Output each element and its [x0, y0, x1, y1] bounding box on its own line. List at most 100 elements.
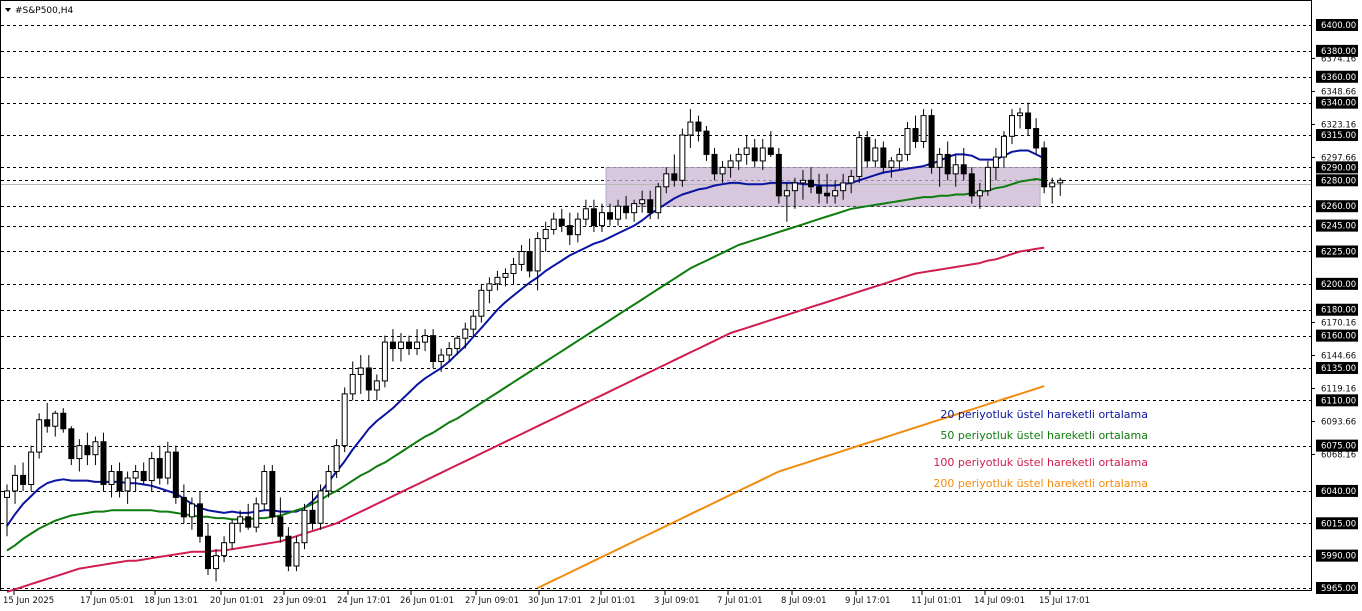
- candle-body: [920, 115, 927, 142]
- time-tick-label: 23 Jun 09:01: [273, 596, 327, 606]
- candle-body: [510, 263, 517, 274]
- candle-body: [840, 182, 847, 192]
- candle-body: [1000, 135, 1007, 158]
- price-level-label: 6245.00: [1321, 222, 1356, 232]
- candle-body: [534, 238, 541, 272]
- time-tick-label: 14 Jul 09:01: [974, 596, 1025, 606]
- candle-body: [28, 451, 35, 485]
- time-tick-label: 9 Jul 17:01: [845, 596, 891, 606]
- time-tick-label: 17 Jun 05:01: [80, 596, 134, 606]
- candle-body: [486, 283, 493, 291]
- candle-body: [213, 555, 220, 570]
- time-tick-label: 24 Jun 17:01: [337, 596, 391, 606]
- candle-body: [221, 542, 228, 557]
- candle-body: [237, 516, 244, 524]
- candle-body: [743, 147, 750, 155]
- candle-body: [470, 315, 477, 330]
- candle-body: [791, 182, 798, 192]
- time-tick-label: 27 Jun 09:01: [465, 596, 519, 606]
- candle-body: [526, 250, 533, 272]
- candle: [341, 387, 348, 453]
- price-level-label: 6260.00: [1321, 202, 1356, 212]
- candle: [269, 465, 276, 524]
- candle-body: [132, 471, 139, 479]
- candle-body: [229, 522, 236, 544]
- candle-body: [462, 328, 469, 339]
- price-level-label: 6340.00: [1321, 99, 1356, 109]
- candle-body: [598, 212, 605, 227]
- symbol-label: #S&P500,H4: [15, 6, 74, 16]
- candle-body: [992, 156, 999, 168]
- candle-body: [309, 509, 316, 524]
- candle-body: [454, 337, 461, 350]
- candle-body: [373, 380, 380, 391]
- candle-body: [1049, 182, 1056, 188]
- candle-body: [446, 348, 453, 356]
- candle-body: [607, 212, 613, 220]
- candle-body: [100, 441, 107, 485]
- price-level-label: 6180.00: [1321, 306, 1356, 316]
- candle-body: [293, 542, 300, 567]
- time-tick-label: 20 Jun 01:01: [210, 596, 264, 606]
- candle-body: [824, 192, 831, 197]
- candle-body: [333, 445, 340, 473]
- candle-body: [816, 186, 823, 194]
- candle: [100, 432, 107, 491]
- candle-body: [952, 164, 959, 175]
- candle: [301, 503, 308, 550]
- candle-body: [269, 471, 276, 518]
- candle-body: [574, 218, 581, 236]
- time-tick-label: 15 Jun 2025: [3, 596, 54, 606]
- candle-body: [896, 153, 903, 162]
- candle-body: [968, 173, 975, 197]
- candle-body: [679, 134, 686, 181]
- candle-body: [615, 205, 622, 220]
- candle-body: [156, 458, 163, 479]
- candle-body: [261, 471, 268, 505]
- candle-body: [695, 121, 702, 132]
- price-level-label: 5990.00: [1321, 552, 1356, 562]
- price-level-label: 6200.00: [1321, 280, 1356, 290]
- candle-body: [558, 218, 565, 227]
- candle-body: [406, 341, 412, 350]
- candle: [381, 335, 388, 388]
- candle-body: [759, 147, 766, 162]
- price-tick-label: 6093.66: [1321, 417, 1356, 427]
- price-level-label: 6075.00: [1321, 442, 1356, 452]
- price-level-label: 5965.00: [1321, 584, 1356, 594]
- price-tick-label: 6323.16: [1321, 120, 1356, 130]
- candle-body: [566, 225, 573, 236]
- candle-body: [301, 509, 308, 544]
- candle-body: [92, 441, 99, 456]
- candle-body: [60, 412, 67, 430]
- candle-body: [663, 173, 670, 188]
- candle-body: [4, 490, 10, 498]
- symbol-header[interactable]: #S&P500,H4: [5, 6, 74, 16]
- candle-body: [671, 173, 678, 181]
- price-level-label: 6280.00: [1321, 176, 1356, 186]
- candle-body: [727, 160, 734, 168]
- price-level-label: 6360.00: [1321, 73, 1356, 83]
- price-level-label: 6110.00: [1321, 396, 1356, 406]
- candle-body: [12, 474, 19, 492]
- candle-body: [253, 503, 260, 528]
- candle-body: [848, 175, 855, 184]
- price-tick-label: 6170.16: [1321, 318, 1356, 328]
- candle-body: [20, 474, 27, 485]
- price-tick-label: 6348.66: [1321, 87, 1356, 97]
- candle-body: [984, 166, 991, 192]
- candle-body: [582, 208, 589, 220]
- candle: [856, 131, 863, 183]
- candle-body: [864, 137, 871, 162]
- candle-body: [711, 153, 718, 175]
- candle-body: [976, 190, 983, 197]
- price-level-label: 6160.00: [1321, 332, 1356, 342]
- candle-body: [542, 228, 549, 240]
- candle-body: [164, 451, 171, 479]
- candle: [317, 484, 324, 530]
- price-chart[interactable]: 6374.166348.666323.166297.666170.166144.…: [0, 0, 1362, 611]
- candle-body: [912, 128, 919, 142]
- legend-label: 200 periyotluk üstel hareketli ortalama: [933, 477, 1148, 490]
- legend-label: 50 periyotluk üstel hareketli ortalama: [940, 429, 1148, 442]
- candle-body: [180, 496, 187, 518]
